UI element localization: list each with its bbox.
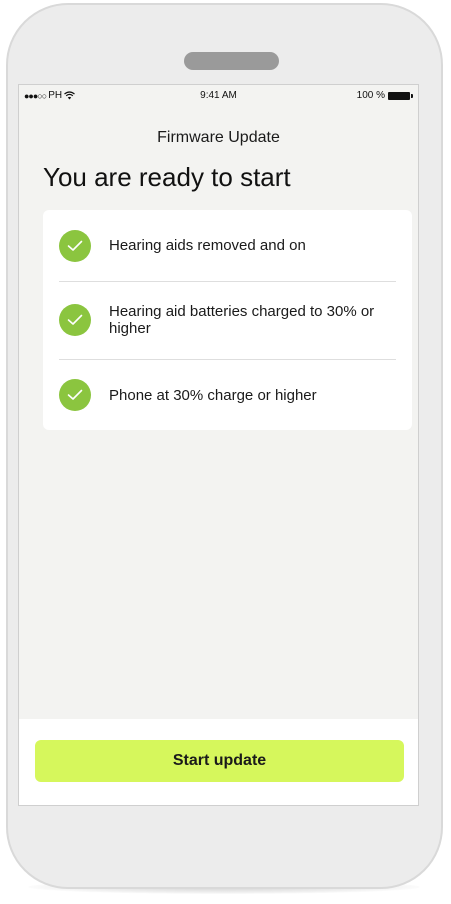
device-mockup: ●●●○○ PH 9:41 AM 100 % Firmware Update Y… xyxy=(0,0,451,904)
checklist-item-label: Hearing aids removed and on xyxy=(109,237,306,254)
checklist-item-label: Phone at 30% charge or higher xyxy=(109,386,317,404)
app-screen: ●●●○○ PH 9:41 AM 100 % Firmware Update Y… xyxy=(18,84,419,806)
status-bar: ●●●○○ PH 9:41 AM 100 % xyxy=(19,85,418,107)
ready-heading: You are ready to start xyxy=(43,162,291,192)
battery-icon xyxy=(388,91,413,100)
speaker-grille xyxy=(184,52,279,70)
battery-percent: 100 % xyxy=(356,90,385,101)
checklist-item: Hearing aids removed and on xyxy=(59,210,396,282)
checklist-item: Hearing aid batteries charged to 30% or … xyxy=(59,281,396,360)
start-update-button[interactable]: Start update xyxy=(35,740,404,782)
status-right: 100 % xyxy=(356,90,413,101)
checklist-item: Phone at 30% charge or higher xyxy=(59,360,396,430)
bottom-action-panel: Start update xyxy=(19,719,418,805)
page-title: Firmware Update xyxy=(157,129,280,146)
checklist-card: Hearing aids removed and on Hearing aid … xyxy=(43,210,412,430)
check-icon xyxy=(59,229,91,262)
check-icon xyxy=(59,379,91,411)
checklist-item-label: Hearing aid batteries charged to 30% or … xyxy=(109,303,375,337)
check-icon xyxy=(59,304,91,336)
